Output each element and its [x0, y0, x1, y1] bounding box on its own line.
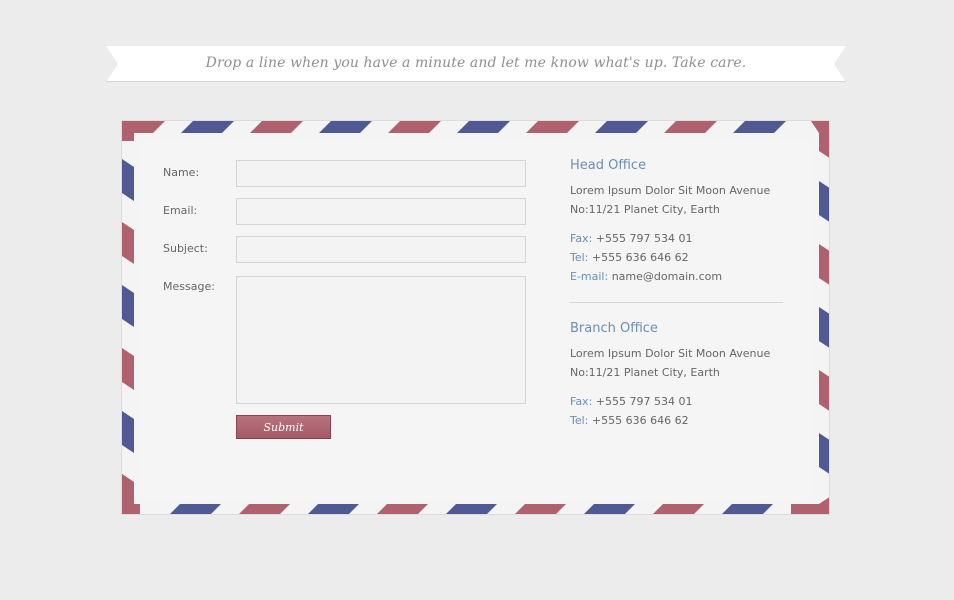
head-office-title: Head Office [570, 158, 647, 173]
left-stripe [122, 285, 134, 327]
right-stripes [819, 181, 829, 474]
bottom-stripe [377, 504, 428, 514]
left-stripe [122, 411, 134, 453]
office-divider [570, 302, 783, 303]
right-stripe [819, 307, 829, 348]
left-stripe [122, 159, 134, 201]
top-stripe [733, 121, 786, 133]
head-office-email: E-mail: name@domain.com [570, 270, 722, 283]
branch-office-address-line2: No:11/21 Planet City, Earth [570, 366, 720, 379]
branch-office-tel: Tel: +555 636 646 62 [570, 414, 689, 427]
right-stripe [819, 370, 829, 411]
head-office-address-line2: No:11/21 Planet City, Earth [570, 203, 720, 216]
top-stripe [664, 121, 717, 133]
right-stripe [819, 433, 829, 474]
bottom-stripe [446, 504, 497, 514]
top-stripe [250, 121, 303, 133]
tel-value: +555 636 646 62 [591, 251, 689, 264]
branch-office-title: Branch Office [570, 321, 658, 336]
tel-label: Tel: [570, 251, 589, 264]
subject-field[interactable] [236, 236, 526, 263]
head-office-fax: Fax: +555 797 534 01 [570, 232, 692, 245]
banner-ribbon: Drop a line when you have a minute and l… [106, 46, 846, 82]
left-stripe [122, 348, 134, 390]
fax-label: Fax: [570, 232, 593, 245]
bottom-stripe [515, 504, 566, 514]
top-stripe [595, 121, 648, 133]
name-label: Name: [163, 166, 200, 179]
branch-office-fax: Fax: +555 797 534 01 [570, 395, 692, 408]
bottom-stripe [722, 504, 773, 514]
top-stripe [388, 121, 441, 133]
head-office-address-line1: Lorem Ipsum Dolor Sit Moon Avenue [570, 184, 771, 197]
bottom-stripe [584, 504, 635, 514]
left-stripe [122, 474, 134, 514]
top-stripe [526, 121, 579, 133]
branch-office-address-line1: Lorem Ipsum Dolor Sit Moon Avenue [570, 347, 771, 360]
bottom-stripe [308, 504, 359, 514]
email-label: Email: [163, 204, 198, 217]
bottom-stripe [239, 504, 290, 514]
banner-text: Drop a line when you have a minute and l… [205, 55, 747, 71]
top-stripe [319, 121, 372, 133]
email-contact-value[interactable]: name@domain.com [612, 270, 722, 283]
right-stripe [819, 181, 829, 222]
top-stripe [457, 121, 510, 133]
message-label: Message: [163, 280, 215, 293]
left-stripe [122, 222, 134, 264]
corner-top-right [811, 121, 829, 158]
tel-label: Tel: [570, 414, 589, 427]
head-office-tel: Tel: +555 636 646 62 [570, 251, 689, 264]
email-contact-label: E-mail: [570, 270, 609, 283]
submit-button[interactable]: Submit [236, 415, 331, 439]
top-stripe [181, 121, 234, 133]
fax-value: +555 797 534 01 [595, 395, 693, 408]
tel-value: +555 636 646 62 [591, 414, 689, 427]
name-field[interactable] [236, 160, 526, 187]
right-stripe [819, 244, 829, 285]
bottom-stripe [170, 504, 221, 514]
subject-label: Subject: [163, 242, 208, 255]
fax-label: Fax: [570, 395, 593, 408]
message-field[interactable] [236, 276, 526, 404]
email-field[interactable] [236, 198, 526, 225]
corner-bottom-right [791, 497, 829, 514]
banner-shadow [106, 81, 846, 82]
bottom-stripe [653, 504, 704, 514]
fax-value: +555 797 534 01 [595, 232, 693, 245]
left-stripes [122, 159, 134, 514]
